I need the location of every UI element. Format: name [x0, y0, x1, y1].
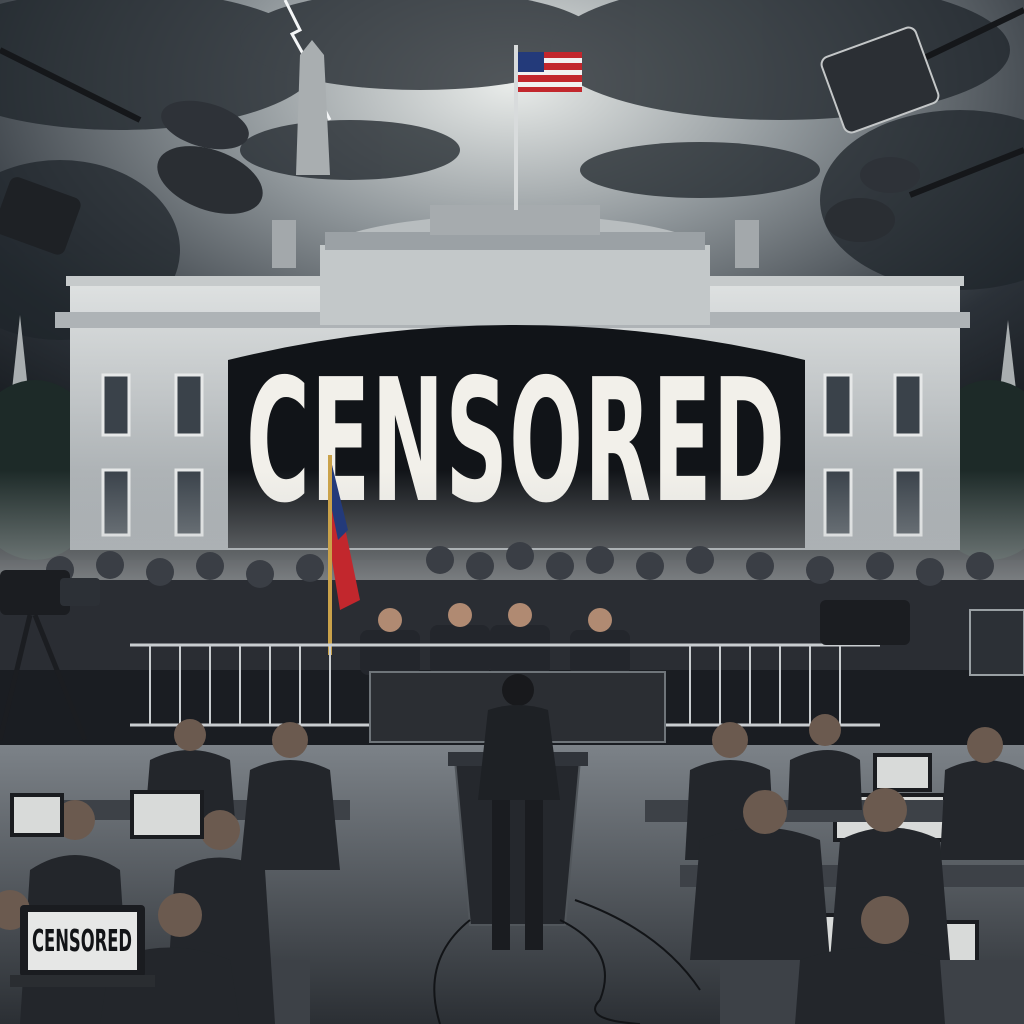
laptop-censored: CENSORED: [10, 905, 155, 987]
press-conference-scene: CENSORED CENSORED: [0, 0, 1024, 1024]
laptop-screen-text: CENSORED: [32, 924, 132, 959]
